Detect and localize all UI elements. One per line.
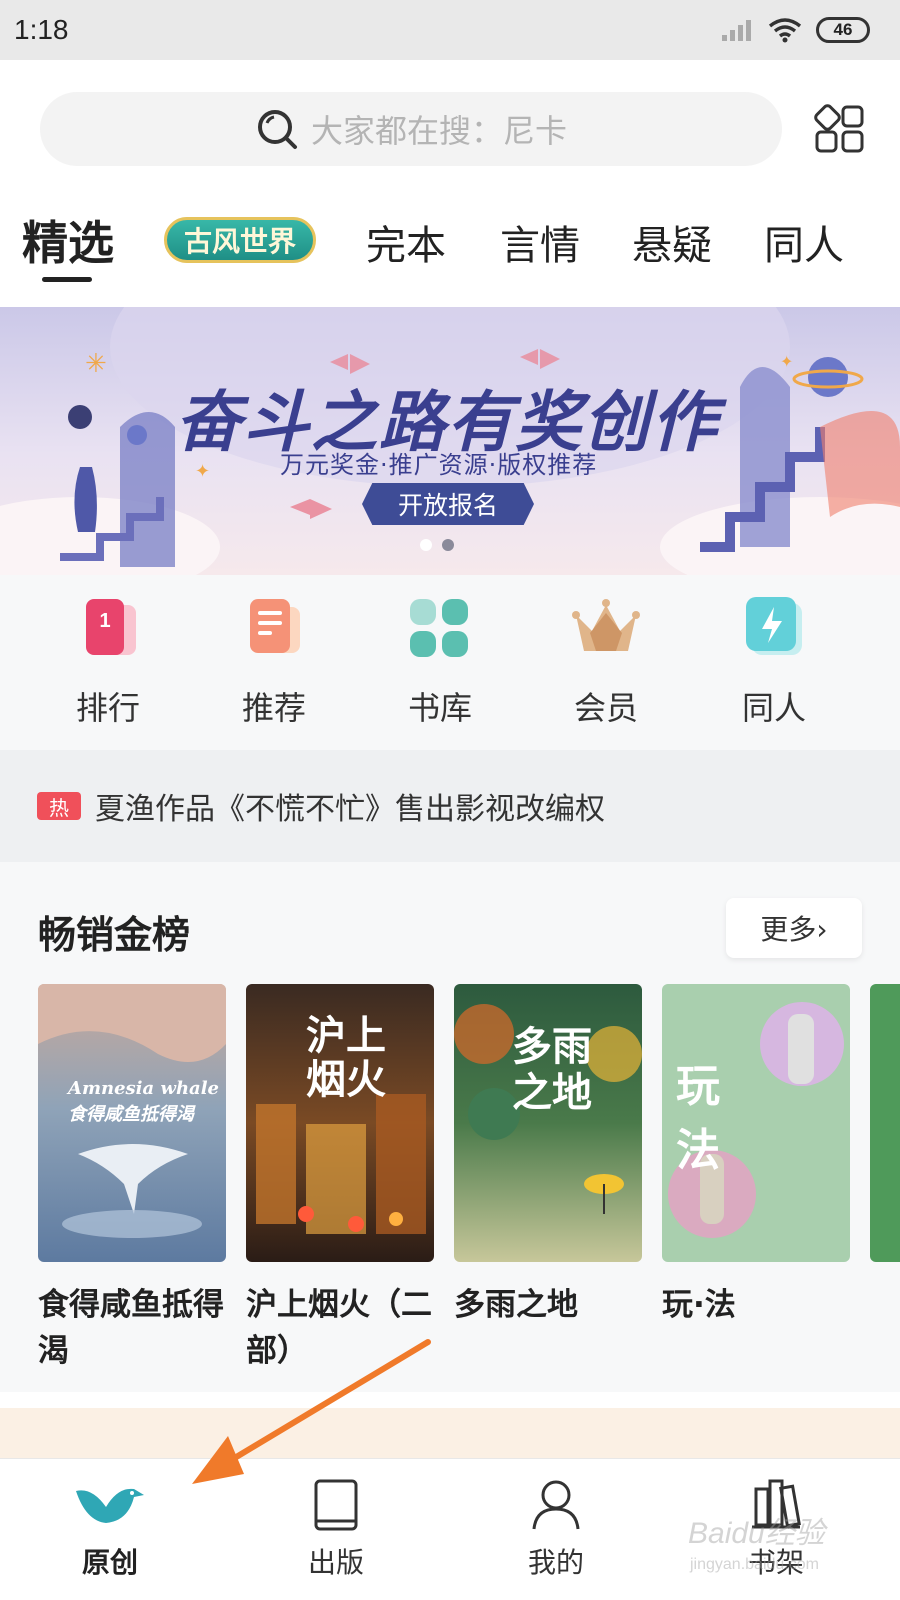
tab-featured[interactable]: 精选 (22, 207, 114, 273)
shortcut-label: 排行 (75, 689, 140, 727)
book-cover (870, 984, 900, 1262)
book-card[interactable]: Amnesia whale 食得咸鱼抵得渴 食得咸鱼抵得渴 (38, 984, 226, 1374)
book-cover: 多雨之地 (454, 984, 642, 1262)
tab-fanfiction[interactable]: 同人 (764, 213, 844, 271)
book-cover: 玩法 (662, 984, 850, 1262)
battery-indicator: 46 (816, 17, 870, 43)
status-icons: 46 (720, 17, 870, 43)
banner-subtitle: 万元奖金·推广资源·版权推荐 (280, 451, 598, 479)
nav-label: 我的 (527, 1546, 584, 1579)
wifi-icon (768, 18, 802, 43)
shortcut-membership[interactable]: 会员 (546, 593, 666, 729)
book-title: 玩·法 (662, 1287, 736, 1323)
watermark-url: jingyan.baidu.com (690, 1556, 819, 1573)
book-card[interactable]: 多雨之地 多雨之地 (454, 984, 642, 1328)
book-card[interactable]: 玩法 玩·法 (662, 984, 850, 1328)
book-card-partial[interactable] (870, 984, 900, 1262)
nav-mine[interactable]: 我的 (496, 1477, 616, 1581)
cover-title: 多雨之地 (512, 1023, 592, 1116)
tab-completed[interactable]: 完本 (366, 213, 446, 271)
ranking-icon: 1 (86, 599, 136, 655)
nav-label: 出版 (307, 1546, 364, 1579)
shortcut-label: 书库 (407, 689, 472, 727)
status-time: 1:18 (14, 14, 69, 45)
svg-text:✳: ✳ (85, 349, 107, 379)
book-title: 多雨之地 (454, 1287, 578, 1323)
tab-mystery[interactable]: 悬疑 (632, 213, 712, 271)
tab-romance[interactable]: 言情 (500, 213, 580, 271)
shortcut-library[interactable]: 书库 (380, 593, 500, 729)
shortcut-row: 1 排行 推荐 书库 会员 同人 (0, 575, 900, 750)
book-title: 食得咸鱼抵得渴 (38, 1287, 224, 1369)
nav-label: 原创 (81, 1546, 138, 1579)
library-icon (410, 599, 468, 657)
lightning-icon (746, 597, 802, 655)
shortcut-recommend[interactable]: 推荐 (214, 593, 334, 729)
user-icon (532, 1480, 580, 1530)
recommend-icon (250, 599, 300, 653)
signal-icon (722, 20, 751, 41)
book-card[interactable]: 沪上烟火 沪上烟火（二部） (246, 984, 434, 1374)
book-cover: Amnesia whale 食得咸鱼抵得渴 (38, 984, 226, 1262)
more-button[interactable]: 更多› (726, 898, 862, 958)
crown-icon (572, 599, 640, 651)
book-icon (314, 1479, 358, 1531)
cover-title: 沪上烟火 (306, 1012, 386, 1103)
cover-title: 玩法 (676, 1061, 760, 1176)
shortcut-label: 会员 (573, 689, 638, 727)
bestseller-section: 畅销金榜 更多› Amnesia whale 食得咸鱼抵得渴 食得咸鱼抵得渴 沪… (0, 862, 900, 1392)
nav-original[interactable]: 原创 (50, 1477, 170, 1581)
search-row: 大家都在搜：尼卡 (0, 60, 900, 190)
search-placeholder: 大家都在搜：尼卡 (310, 112, 567, 150)
shortcut-fanfiction[interactable]: 同人 (714, 593, 834, 729)
carousel-dot[interactable] (442, 539, 454, 551)
category-tabs: 精选 古风世界 完本 言情 悬疑 同人 (0, 195, 900, 305)
promo-strip (0, 1408, 900, 1458)
cover-title: Amnesia whale 食得咸鱼抵得渴 (68, 1078, 219, 1125)
nav-publishing[interactable]: 出版 (276, 1477, 396, 1581)
book-cover: 沪上烟火 (246, 984, 434, 1262)
book-title: 沪上烟火（二部） (246, 1287, 432, 1369)
svg-text:1: 1 (99, 610, 110, 632)
bird-icon (76, 1488, 144, 1523)
shortcut-label: 同人 (741, 689, 806, 727)
svg-text:✦: ✦ (780, 352, 793, 371)
hot-badge: 热 (37, 792, 81, 820)
watermark-brand: Baidu经验 (688, 1517, 825, 1550)
section-title: 畅销金榜 (38, 913, 191, 957)
promo-banner[interactable]: ✳ ✦ ✦ 奋斗之路有奖创作 万元奖金·推广资源·版权推荐 开放报名 (0, 307, 900, 575)
active-tab-indicator (42, 277, 92, 282)
hot-news-bar[interactable]: 热 夏渔作品《不慌不忙》售出影视改编权 (0, 750, 900, 862)
status-bar: 1:18 46 (0, 0, 900, 60)
search-icon (257, 110, 297, 149)
banner-signup-button[interactable]: 开放报名 (362, 483, 534, 525)
shortcut-ranking[interactable]: 1 排行 (48, 593, 168, 729)
category-grid-icon[interactable] (814, 104, 866, 154)
search-input[interactable]: 大家都在搜：尼卡 (40, 92, 782, 166)
tab-ancient-world[interactable]: 古风世界 (164, 217, 316, 263)
hot-news-text: 夏渔作品《不慌不忙》售出影视改编权 (95, 792, 605, 827)
shortcut-label: 推荐 (241, 689, 306, 727)
carousel-dot-active[interactable] (420, 539, 432, 551)
